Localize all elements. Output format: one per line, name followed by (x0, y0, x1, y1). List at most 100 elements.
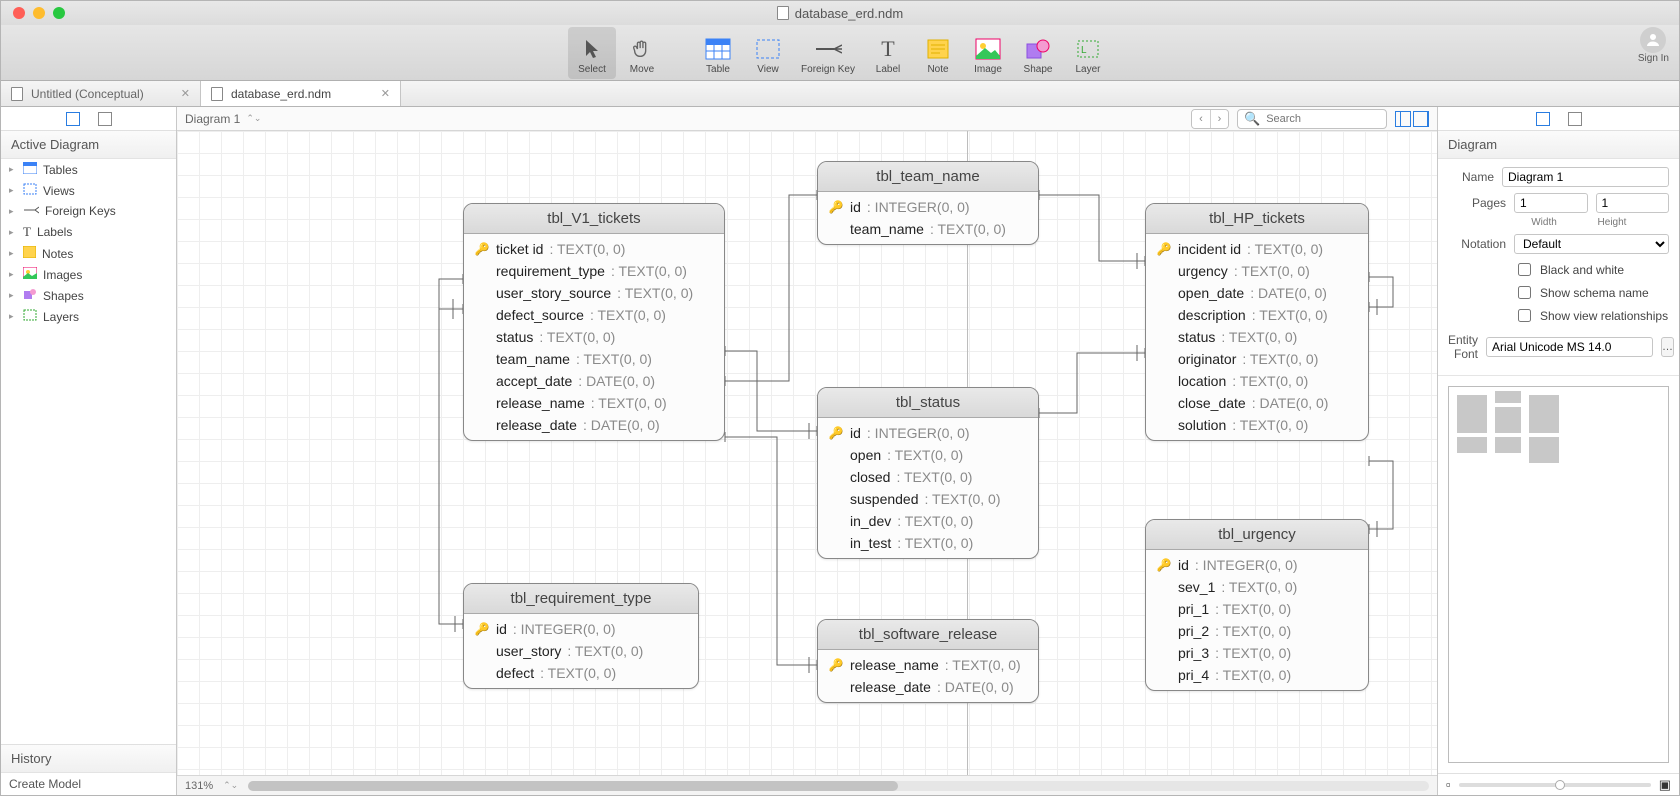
diagram-canvas[interactable]: tbl_V1_tickets 🔑ticket id: TEXT(0, 0)req… (177, 131, 1437, 775)
svg-text:L: L (1081, 45, 1087, 56)
field-row[interactable]: 🔑id: INTEGER(0, 0) (464, 618, 698, 640)
nav-back-button[interactable]: ‹ (1192, 110, 1210, 128)
sidebar-item-views[interactable]: ▸Views (1, 180, 176, 201)
left-tab-model-icon[interactable] (98, 112, 112, 126)
entity-tbl-v1-tickets[interactable]: tbl_V1_tickets 🔑ticket id: TEXT(0, 0)req… (463, 203, 725, 441)
tool-label[interactable]: T Label (864, 27, 912, 79)
label-pages: Pages (1448, 196, 1506, 210)
field-row[interactable]: closed: TEXT(0, 0) (818, 466, 1038, 488)
history-item[interactable]: Create Model (1, 773, 176, 795)
cb-black-white[interactable] (1518, 263, 1531, 276)
field-row[interactable]: originator: TEXT(0, 0) (1146, 348, 1368, 370)
zoom-level[interactable]: 131% (185, 780, 213, 792)
tool-view[interactable]: View (744, 27, 792, 79)
horizontal-scrollbar[interactable] (248, 781, 1429, 791)
sidebar-item-layers[interactable]: ▸Layers (1, 306, 176, 327)
sign-in-button[interactable]: Sign In (1638, 27, 1669, 64)
field-row[interactable]: team_name: TEXT(0, 0) (464, 348, 724, 370)
diagram-name-input[interactable] (1502, 167, 1669, 187)
field-row[interactable]: team_name: TEXT(0, 0) (818, 218, 1038, 240)
field-row[interactable]: defect_source: TEXT(0, 0) (464, 304, 724, 326)
field-row[interactable]: defect: TEXT(0, 0) (464, 662, 698, 684)
field-row[interactable]: 🔑id: INTEGER(0, 0) (1146, 554, 1368, 576)
tool-note[interactable]: Note (914, 27, 962, 79)
pages-width-input[interactable] (1514, 193, 1588, 213)
entity-font-input[interactable] (1486, 337, 1653, 357)
field-row[interactable]: 🔑id: INTEGER(0, 0) (818, 196, 1038, 218)
zoom-slider[interactable] (1459, 783, 1651, 787)
tool-select[interactable]: Select (568, 27, 616, 79)
field-row[interactable]: description: TEXT(0, 0) (1146, 304, 1368, 326)
field-row[interactable]: user_story: TEXT(0, 0) (464, 640, 698, 662)
view-split-right-icon[interactable] (1413, 111, 1429, 127)
sidebar-item-foreign-keys[interactable]: ▸Foreign Keys (1, 201, 176, 221)
sidebar-item-shapes[interactable]: ▸Shapes (1, 285, 176, 306)
left-tab-objects-icon[interactable] (66, 112, 80, 126)
field-row[interactable]: accept_date: DATE(0, 0) (464, 370, 724, 392)
sidebar-item-labels[interactable]: ▸TLabels (1, 221, 176, 243)
field-row[interactable]: release_date: DATE(0, 0) (818, 676, 1038, 698)
zoom-out-button[interactable]: ▫ (1446, 777, 1451, 792)
field-row[interactable]: requirement_type: TEXT(0, 0) (464, 260, 724, 282)
field-row[interactable]: 🔑id: INTEGER(0, 0) (818, 422, 1038, 444)
cb-show-schema[interactable] (1518, 286, 1531, 299)
sidebar-item-notes[interactable]: ▸Notes (1, 243, 176, 264)
close-tab-icon[interactable]: ✕ (181, 87, 190, 100)
field-row[interactable]: location: TEXT(0, 0) (1146, 370, 1368, 392)
entity-tbl-team-name[interactable]: tbl_team_name 🔑id: INTEGER(0, 0)team_nam… (817, 161, 1039, 245)
field-row[interactable]: in_dev: TEXT(0, 0) (818, 510, 1038, 532)
entity-tbl-requirement-type[interactable]: tbl_requirement_type 🔑id: INTEGER(0, 0)u… (463, 583, 699, 689)
field-row[interactable]: pri_3: TEXT(0, 0) (1146, 642, 1368, 664)
cb-show-view-rel[interactable] (1518, 309, 1531, 322)
field-row[interactable]: open_date: DATE(0, 0) (1146, 282, 1368, 304)
field-row[interactable]: release_date: DATE(0, 0) (464, 414, 724, 436)
tab-database-erd[interactable]: database_erd.ndm ✕ (201, 81, 401, 106)
field-row[interactable]: open: TEXT(0, 0) (818, 444, 1038, 466)
field-row[interactable]: close_date: DATE(0, 0) (1146, 392, 1368, 414)
entity-tbl-status[interactable]: tbl_status 🔑id: INTEGER(0, 0)open: TEXT(… (817, 387, 1039, 559)
search-box[interactable]: 🔍 (1237, 109, 1387, 129)
font-picker-button[interactable]: … (1661, 337, 1674, 357)
tab-untitled[interactable]: Untitled (Conceptual) ✕ (1, 81, 201, 106)
tool-move[interactable]: Move (618, 27, 666, 79)
field-row[interactable]: user_story_source: TEXT(0, 0) (464, 282, 724, 304)
right-tab-properties-icon[interactable] (1536, 112, 1550, 126)
field-row[interactable]: status: TEXT(0, 0) (1146, 326, 1368, 348)
nav-forward-button[interactable]: › (1210, 110, 1228, 128)
notation-select[interactable]: Default (1514, 234, 1669, 254)
field-row[interactable]: solution: TEXT(0, 0) (1146, 414, 1368, 436)
zoom-in-button[interactable]: ▣ (1659, 777, 1671, 793)
tool-foreign-key[interactable]: Foreign Key (794, 27, 862, 79)
field-row[interactable]: pri_4: TEXT(0, 0) (1146, 664, 1368, 686)
field-row[interactable]: suspended: TEXT(0, 0) (818, 488, 1038, 510)
field-row[interactable]: pri_1: TEXT(0, 0) (1146, 598, 1368, 620)
label-icon: T (874, 36, 902, 62)
field-row[interactable]: pri_2: TEXT(0, 0) (1146, 620, 1368, 642)
tool-image[interactable]: Image (964, 27, 1012, 79)
close-tab-icon[interactable]: ✕ (381, 87, 390, 100)
view-split-left-icon[interactable] (1395, 111, 1411, 127)
right-panel: Diagram Name Pages WidthHeight Notation … (1437, 107, 1679, 795)
search-input[interactable] (1264, 112, 1410, 126)
field-row[interactable]: status: TEXT(0, 0) (464, 326, 724, 348)
field-row[interactable]: sev_1: TEXT(0, 0) (1146, 576, 1368, 598)
field-row[interactable]: 🔑release_name: TEXT(0, 0) (818, 654, 1038, 676)
cursor-icon (578, 36, 606, 62)
diagram-tab[interactable]: Diagram 1 ⌃⌄ (185, 112, 261, 126)
field-row[interactable]: in_test: TEXT(0, 0) (818, 532, 1038, 554)
sidebar-item-images[interactable]: ▸Images (1, 264, 176, 285)
right-tab-other-icon[interactable] (1568, 112, 1582, 126)
field-row[interactable]: 🔑incident id: TEXT(0, 0) (1146, 238, 1368, 260)
field-row[interactable]: release_name: TEXT(0, 0) (464, 392, 724, 414)
sidebar-item-tables[interactable]: ▸Tables (1, 159, 176, 180)
tool-layer[interactable]: L Layer (1064, 27, 1112, 79)
entity-tbl-software-release[interactable]: tbl_software_release 🔑release_name: TEXT… (817, 619, 1039, 703)
tool-table[interactable]: Table (694, 27, 742, 79)
minimap[interactable] (1438, 376, 1679, 773)
field-row[interactable]: 🔑ticket id: TEXT(0, 0) (464, 238, 724, 260)
tool-shape[interactable]: Shape (1014, 27, 1062, 79)
entity-tbl-hp-tickets[interactable]: tbl_HP_tickets 🔑incident id: TEXT(0, 0)u… (1145, 203, 1369, 441)
entity-tbl-urgency[interactable]: tbl_urgency 🔑id: INTEGER(0, 0)sev_1: TEX… (1145, 519, 1369, 691)
pages-height-input[interactable] (1596, 193, 1670, 213)
field-row[interactable]: urgency: TEXT(0, 0) (1146, 260, 1368, 282)
